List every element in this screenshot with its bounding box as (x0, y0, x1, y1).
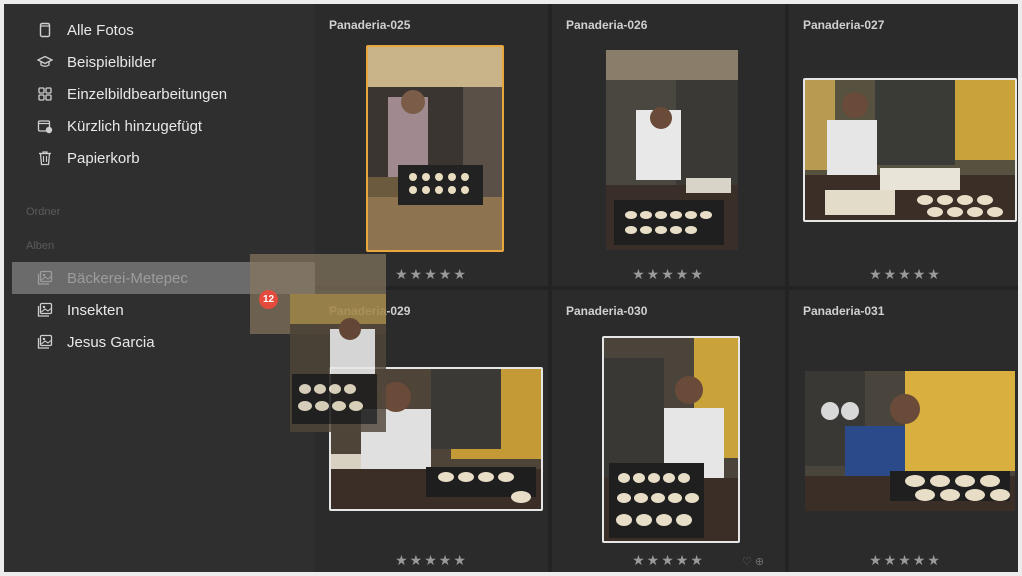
photo-title: Panaderia-026 (566, 18, 648, 32)
sidebar-item-label: Papierkorb (67, 149, 140, 167)
photo-thumbnail[interactable] (803, 78, 1017, 222)
photo-cell[interactable]: Panaderia-030 ★★★★★ ♡ ⊕ (552, 290, 785, 572)
star-rating[interactable]: ★★★★★ (789, 552, 1018, 569)
photo-title: Panaderia-025 (329, 18, 411, 32)
photo-title: Panaderia-027 (803, 18, 885, 32)
sidebar-item-label: Beispielbilder (67, 53, 157, 71)
sidebar-item-label: Insekten (67, 301, 124, 319)
photo-thumbnail[interactable] (604, 48, 740, 252)
sidebar-item-label: Kürzlich hinzugefügt (67, 117, 203, 135)
drag-count-badge: 12 (259, 290, 278, 309)
sidebar-item-alle-fotos[interactable]: Alle Fotos (4, 14, 315, 46)
trash-icon (37, 150, 53, 166)
graduation-cap-icon (37, 54, 53, 70)
drag-preview-image (250, 254, 386, 432)
photo-thumbnail[interactable] (366, 45, 504, 252)
sidebar-item-beispielbilder[interactable]: Beispielbilder (4, 46, 315, 78)
sidebar-item-label: Bäckerei-Metepec (67, 269, 188, 287)
photo-cell[interactable]: Panaderia-027 ★★★★★ (789, 4, 1018, 286)
sidebar-item-einzelbildbearbeitungen[interactable]: Einzelbildbearbeitungen (4, 78, 315, 110)
photo-cell[interactable]: Panaderia-026 ★★★★★ (552, 4, 785, 286)
star-rating[interactable]: ★★★★★ (315, 552, 548, 569)
album-icon (37, 270, 53, 286)
photo-title: Panaderia-031 (803, 304, 885, 318)
recent-icon (37, 118, 53, 134)
star-rating[interactable]: ★★★★★ (552, 266, 785, 283)
photo-cell[interactable]: Panaderia-025 ★★★★★ (315, 4, 548, 286)
album-icon (37, 334, 53, 350)
albums-section-label: Alben (26, 240, 55, 252)
sidebar-item-label: Einzelbildbearbeitungen (67, 85, 228, 103)
photo-grid: Panaderia-025 ★★★★★ Panaderia-026 ★★★★★ … (315, 4, 1018, 572)
photo-thumbnail[interactable] (803, 369, 1017, 513)
sidebar-item-papierkorb[interactable]: Papierkorb (4, 142, 315, 174)
phone-icon (37, 22, 53, 38)
folders-section-label: Ordner (26, 206, 61, 218)
album-icon (37, 302, 53, 318)
photo-thumbnail[interactable] (602, 336, 740, 543)
sidebar-item-kuerzlich-hinzugefuegt[interactable]: Kürzlich hinzugefügt (4, 110, 315, 142)
photo-cell[interactable]: Panaderia-031 ★★★★★ (789, 290, 1018, 572)
photos-app-window: Alle Fotos Beispielbilder Einzelbildbear… (4, 4, 1018, 572)
sidebar-item-label: Alle Fotos (67, 21, 134, 39)
star-rating[interactable]: ★★★★★ (789, 266, 1018, 283)
photo-title: Panaderia-030 (566, 304, 648, 318)
favorite-and-add-icons[interactable]: ♡ ⊕ (742, 555, 764, 568)
sidebar-item-label: Jesus Garcia (67, 333, 155, 351)
grid-icon (37, 86, 53, 102)
